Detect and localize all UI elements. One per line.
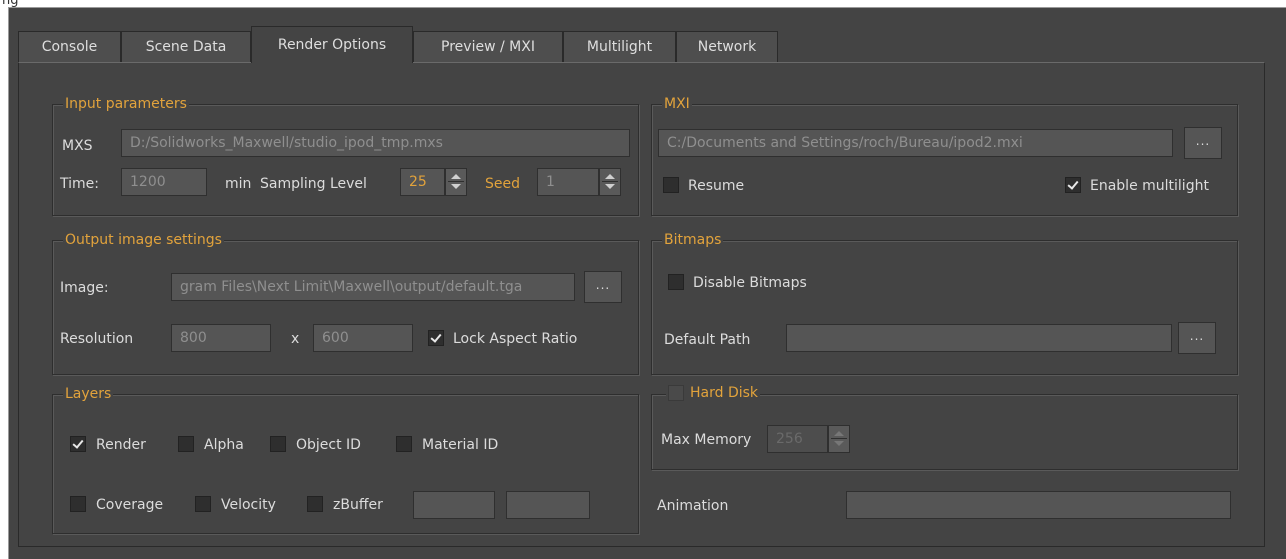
time-unit-label: min	[225, 176, 252, 192]
seed-field[interactable]: 1	[537, 168, 599, 196]
resolution-label: Resolution	[60, 331, 134, 347]
tab-preview-mxi[interactable]: Preview / MXI	[413, 31, 563, 62]
output-image-title: Output image settings	[63, 231, 224, 249]
input-parameters-group: Input parameters	[52, 95, 639, 216]
velocity-checkbox[interactable]	[195, 496, 211, 512]
sampling-level-spinner[interactable]	[445, 168, 467, 196]
sampling-level-field[interactable]: 25	[400, 168, 445, 196]
seed-spinner[interactable]	[599, 168, 621, 196]
default-path-label: Default Path	[664, 332, 751, 348]
zbuffer-min-field[interactable]	[413, 491, 495, 519]
lock-aspect-ratio-label: Lock Aspect Ratio	[453, 331, 578, 347]
object-id-checkbox[interactable]	[270, 436, 286, 452]
animation-field[interactable]	[846, 491, 1231, 519]
mxi-browse-button[interactable]: ...	[1184, 127, 1222, 159]
tab-console[interactable]: Console	[18, 31, 121, 62]
zbuffer-max-field[interactable]	[506, 491, 590, 519]
coverage-checkbox[interactable]	[70, 496, 86, 512]
material-id-checkbox[interactable]	[396, 436, 412, 452]
max-memory-field[interactable]: 256	[767, 425, 828, 453]
mxs-label: MXS	[62, 138, 93, 154]
hard-disk-checkbox[interactable]	[668, 385, 684, 401]
mxs-path-field[interactable]: D:/Solidworks_Maxwell/studio_ipod_tmp.mx…	[121, 129, 630, 157]
tab-network[interactable]: Network	[676, 31, 778, 62]
resume-checkbox[interactable]	[663, 177, 679, 193]
image-label: Image:	[60, 280, 109, 296]
resume-label: Resume	[688, 178, 745, 194]
max-memory-label: Max Memory	[661, 432, 752, 448]
resolution-width-field[interactable]: 800	[171, 324, 271, 352]
layers-title: Layers	[63, 385, 114, 403]
animation-label: Animation	[657, 498, 729, 514]
time-field[interactable]: 1200	[121, 168, 207, 196]
render-layer-checkbox[interactable]	[70, 436, 86, 452]
hard-disk-title: Hard Disk	[690, 385, 759, 401]
tab-render-options[interactable]: Render Options	[251, 26, 413, 63]
zbuffer-label: zBuffer	[333, 497, 383, 513]
output-image-group: Output image settings	[52, 231, 639, 375]
image-browse-button[interactable]: ...	[584, 271, 622, 303]
default-path-field[interactable]	[786, 324, 1172, 352]
velocity-label: Velocity	[221, 497, 276, 513]
resolution-height-field[interactable]: 600	[313, 324, 413, 352]
sampling-level-label: Sampling Level	[260, 176, 367, 192]
input-parameters-title: Input parameters	[63, 95, 189, 113]
mxi-title: MXI	[662, 95, 692, 113]
max-memory-spinner[interactable]	[828, 425, 850, 453]
tab-multilight[interactable]: Multilight	[563, 31, 676, 62]
mxi-path-field[interactable]: C:/Documents and Settings/roch/Bureau/ip…	[658, 129, 1173, 157]
bitmaps-title: Bitmaps	[662, 231, 724, 249]
material-id-label: Material ID	[422, 437, 499, 453]
enable-multilight-checkbox[interactable]	[1065, 177, 1081, 193]
mxi-group: MXI	[651, 95, 1238, 216]
seed-label: Seed	[485, 176, 520, 192]
image-path-field[interactable]: gram Files\Next Limit\Maxwell\output/def…	[171, 273, 575, 301]
object-id-label: Object ID	[296, 437, 361, 453]
render-layer-label: Render	[96, 437, 146, 453]
alpha-layer-checkbox[interactable]	[178, 436, 194, 452]
default-path-browse-button[interactable]: ...	[1178, 322, 1216, 354]
time-label: Time:	[60, 176, 99, 192]
zbuffer-checkbox[interactable]	[307, 496, 323, 512]
lock-aspect-ratio-checkbox[interactable]	[428, 330, 444, 346]
alpha-layer-label: Alpha	[204, 437, 244, 453]
resolution-x-label: x	[291, 331, 300, 347]
tab-scene-data[interactable]: Scene Data	[121, 31, 251, 62]
bitmaps-group: Bitmaps	[651, 231, 1238, 375]
disable-bitmaps-checkbox[interactable]	[668, 274, 684, 290]
enable-multilight-label: Enable multilight	[1090, 178, 1209, 194]
coverage-label: Coverage	[96, 497, 164, 513]
disable-bitmaps-label: Disable Bitmaps	[693, 275, 807, 291]
